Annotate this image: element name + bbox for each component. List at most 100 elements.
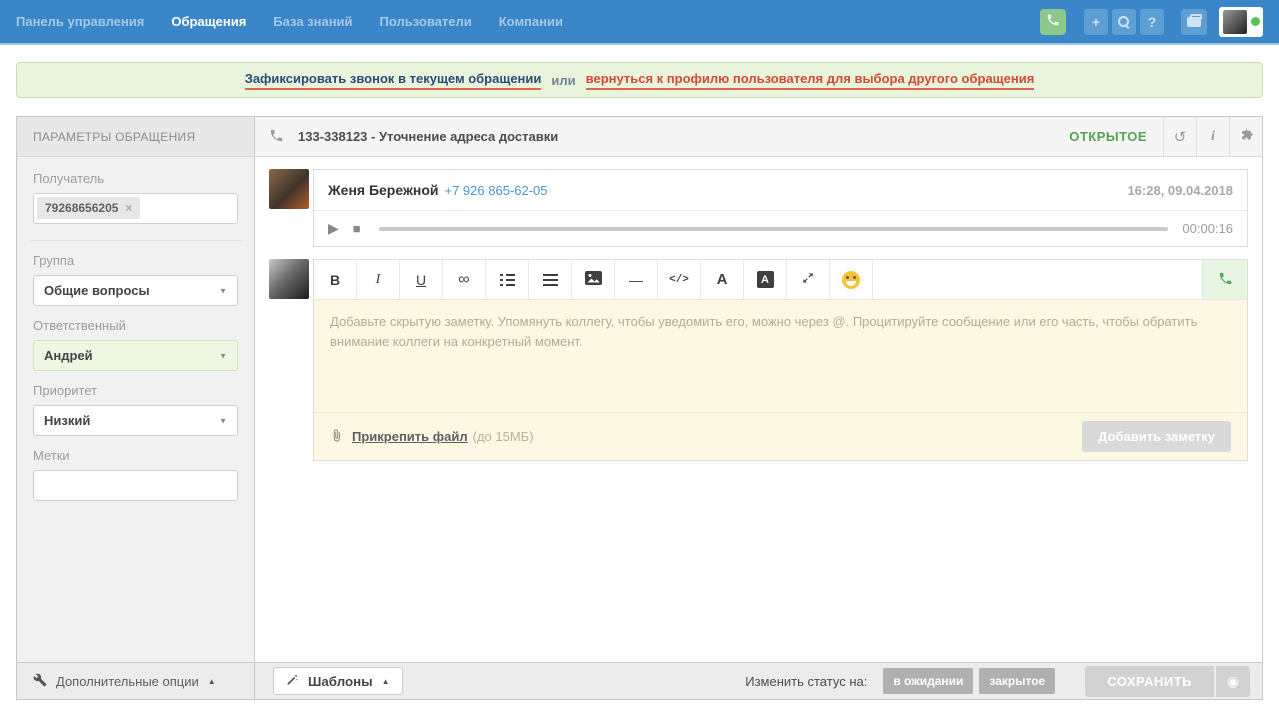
help-button[interactable]: ? (1140, 9, 1164, 35)
chevron-down-icon: ▼ (219, 351, 227, 360)
unordered-list-icon (543, 274, 558, 286)
save-options-button[interactable]: ◉ (1216, 666, 1250, 697)
workspace-button[interactable] (1181, 9, 1207, 35)
main-nav: Панель управления Обращения База знаний … (16, 14, 563, 29)
call-message-card: Женя Бережной +7 926 865-62-05 16:28, 09… (313, 169, 1248, 247)
group-select[interactable]: Общие вопросы ▼ (33, 275, 238, 306)
group-value: Общие вопросы (44, 283, 150, 298)
change-status-label: Изменить статус на: (745, 674, 867, 689)
nav-item-dashboard[interactable]: Панель управления (16, 14, 144, 29)
status-pending-button[interactable]: в ожидании (883, 668, 973, 694)
phone-icon (269, 128, 284, 146)
ticket-workspace: ПАРАМЕТРЫ ОБРАЩЕНИЯ Получатель 792686562… (16, 116, 1263, 700)
search-button[interactable] (1112, 9, 1136, 35)
priority-select[interactable]: Низкий ▼ (33, 405, 238, 436)
ordered-list-icon (500, 274, 515, 286)
ticket-title: 133-338123 - Уточнение адреса доставки (298, 129, 558, 144)
save-split-button: СОХРАНИТЬ ◉ (1085, 666, 1250, 697)
target-circle-icon: ◉ (1227, 673, 1239, 690)
call-banner: Зафиксировать звонок в текущем обращении… (16, 62, 1263, 98)
chevron-up-icon: ▲ (382, 677, 390, 686)
save-button[interactable]: СОХРАНИТЬ (1085, 666, 1214, 697)
status-closed-button[interactable]: закрытое (979, 668, 1055, 694)
unordered-list-button[interactable] (529, 260, 572, 299)
attach-file-link[interactable]: Прикрепить файл (352, 429, 468, 444)
note-editor: B I U ∞ — </> (269, 259, 1248, 461)
templates-button[interactable]: Шаблоны ▲ (273, 667, 403, 695)
client-avatar (269, 169, 309, 209)
log-call-current-ticket-link[interactable]: Зафиксировать звонок в текущем обращении (245, 71, 542, 90)
nav-item-users[interactable]: Пользователи (380, 14, 472, 29)
audio-duration: 00:00:16 (1182, 221, 1233, 236)
background-color-button[interactable]: A (744, 260, 787, 299)
extra-options-label: Дополнительные опции (56, 674, 199, 689)
wrench-icon (33, 673, 47, 690)
audio-progress-bar[interactable] (379, 227, 1169, 231)
toolbar-spacer (873, 260, 1202, 299)
underline-button[interactable]: U (400, 260, 443, 299)
attach-row: Прикрепить файл (до 15МБ) Добавить замет… (314, 412, 1247, 460)
user-menu[interactable] (1219, 7, 1263, 37)
info-button[interactable]: i (1196, 117, 1229, 156)
assignee-select[interactable]: Андрей ▼ (33, 340, 238, 371)
nav-item-knowledge-base[interactable]: База знаний (273, 14, 352, 29)
create-ticket-button[interactable]: + (1084, 9, 1108, 35)
ticket-content: 133-338123 - Уточнение адреса доставки О… (255, 117, 1262, 662)
bold-button[interactable]: B (314, 260, 357, 299)
ordered-list-button[interactable] (486, 260, 529, 299)
italic-button[interactable]: I (357, 260, 400, 299)
note-editor-card: B I U ∞ — </> (313, 259, 1248, 461)
remove-tag-icon[interactable]: × (125, 201, 132, 215)
templates-label: Шаблоны (308, 674, 373, 689)
main-row: ПАРАМЕТРЫ ОБРАЩЕНИЯ Получатель 792686562… (17, 117, 1262, 662)
nav-item-companies[interactable]: Компании (499, 14, 563, 29)
emoji-button[interactable] (830, 260, 873, 299)
banner-or-text: или (551, 73, 575, 88)
footer-main: Шаблоны ▲ Изменить статус на: в ожидании… (255, 663, 1262, 699)
paperclip-icon (330, 428, 343, 446)
ticket-feed: Женя Бережной +7 926 865-62-05 16:28, 09… (255, 157, 1262, 662)
text-color-button[interactable]: A (701, 260, 744, 299)
note-textarea[interactable] (314, 300, 1247, 412)
recipient-tag-value: 79268656205 (45, 201, 118, 215)
history-button[interactable]: ↺ (1163, 117, 1196, 156)
extra-options-toggle[interactable]: Дополнительные опции ▲ (17, 663, 255, 699)
client-phone-link[interactable]: +7 926 865-62-05 (445, 183, 548, 198)
chevron-up-icon: ▲ (208, 677, 216, 686)
search-icon (1118, 16, 1130, 28)
assignee-label: Ответственный (33, 318, 238, 333)
recipient-input[interactable]: 79268656205 × (33, 193, 238, 224)
stop-button[interactable]: ■ (353, 221, 361, 236)
background-color-icon: A (757, 271, 774, 288)
message-timestamp: 16:28, 09.04.2018 (1127, 183, 1233, 198)
call-message: Женя Бережной +7 926 865-62-05 16:28, 09… (269, 169, 1248, 247)
fullscreen-button[interactable] (787, 260, 830, 299)
horizontal-rule-button[interactable]: — (615, 260, 658, 299)
chevron-down-icon: ▼ (219, 416, 227, 425)
sidebar-title: ПАРАМЕТРЫ ОБРАЩЕНИЯ (17, 117, 254, 157)
call-message-header: Женя Бережной +7 926 865-62-05 16:28, 09… (314, 170, 1247, 211)
puzzle-icon (1239, 127, 1254, 146)
merge-button[interactable] (1229, 117, 1262, 156)
ticket-header-actions: ОТКРЫТОЕ ↺ i (1069, 117, 1262, 156)
audio-player: ▶ ■ 00:00:16 (314, 211, 1247, 246)
phone-icon (1218, 271, 1233, 289)
assignee-value: Андрей (44, 348, 93, 363)
nav-item-tickets[interactable]: Обращения (171, 14, 246, 29)
phone-icon (1046, 13, 1060, 30)
priority-value: Низкий (44, 413, 90, 428)
editor-toolbar: B I U ∞ — </> (314, 260, 1247, 300)
add-note-button[interactable]: Добавить заметку (1082, 421, 1231, 452)
tags-input[interactable] (33, 470, 238, 501)
question-icon: ? (1148, 14, 1157, 30)
link-button[interactable]: ∞ (443, 260, 486, 299)
attach-call-button[interactable] (1202, 260, 1247, 299)
insert-image-button[interactable] (572, 260, 615, 299)
back-to-profile-link[interactable]: вернуться к профилю пользователя для выб… (586, 71, 1035, 90)
image-icon (585, 271, 602, 288)
history-icon: ↺ (1174, 128, 1187, 146)
code-button[interactable]: </> (658, 260, 701, 299)
ticket-params-sidebar: ПАРАМЕТРЫ ОБРАЩЕНИЯ Получатель 792686562… (17, 117, 255, 662)
active-call-button[interactable] (1040, 9, 1066, 35)
play-button[interactable]: ▶ (328, 220, 339, 237)
